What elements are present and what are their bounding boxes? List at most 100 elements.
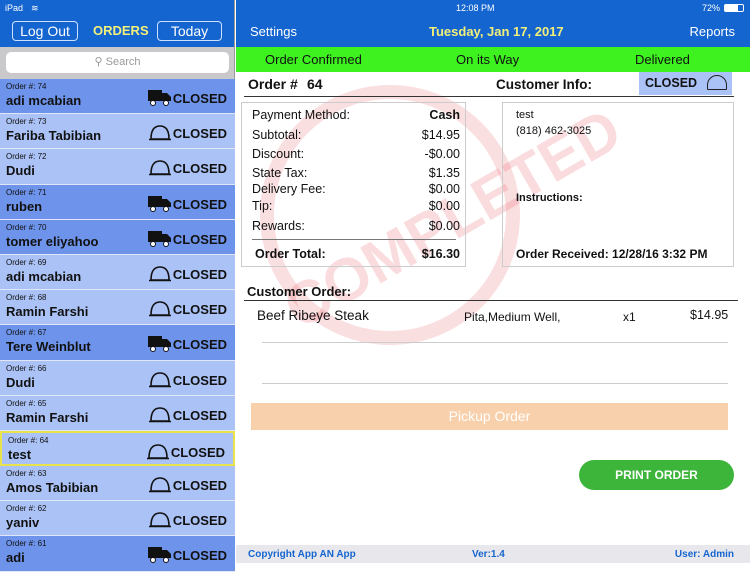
footer: Copyright App AN App Ver:1.4 User: Admin <box>236 545 750 563</box>
discount-label: Discount: <box>252 147 305 161</box>
settings-button[interactable]: Settings <box>250 24 297 39</box>
order-total-label: Order Total: <box>255 247 326 261</box>
order-status: CLOSED <box>172 372 227 388</box>
customer-phone: (818) 462-3025 <box>516 125 592 137</box>
order-row[interactable]: Order #: 62 yaniv CLOSED <box>0 501 235 537</box>
order-status: CLOSED <box>172 337 227 353</box>
order-status: CLOSED <box>172 407 227 423</box>
order-row[interactable]: Order #: 65 Ramin Farshi CLOSED <box>0 395 235 431</box>
reports-button[interactable]: Reports <box>689 24 735 39</box>
customer-info-label: Customer Info: <box>496 77 592 92</box>
tax: $1.35 <box>428 166 460 180</box>
item-price: $14.95 <box>690 308 729 322</box>
customer-name: adi <box>6 550 25 566</box>
order-row[interactable]: Order #: 68 Ramin Farshi CLOSED <box>0 290 235 326</box>
order-row[interactable]: Order #: 73 Fariba Tabibian CLOSED <box>0 114 235 150</box>
delivery-fee-label: Delivery Fee: <box>252 182 326 196</box>
item-options: Pita,Medium Well, <box>464 310 561 324</box>
order-number: Order #: 65 <box>6 398 47 408</box>
order-row[interactable]: Order #: 71 ruben CLOSED <box>0 184 235 220</box>
order-number: Order #: 69 <box>6 257 47 267</box>
order-status: CLOSED <box>172 231 227 247</box>
tax-label: State Tax: <box>252 166 308 180</box>
order-status: CLOSED <box>172 161 227 177</box>
order-total: $16.30 <box>421 247 460 261</box>
order-row[interactable]: Order #: 67 Tere Weinblut CLOSED <box>0 325 235 361</box>
pickup-bell-icon <box>149 160 171 176</box>
clock: 12:08 PM <box>456 3 495 13</box>
pickup-bell-icon <box>149 125 171 141</box>
pickup-bell-icon <box>149 512 171 528</box>
item-qty: x1 <box>623 310 636 324</box>
customer-name: Amos Tabibian <box>6 480 99 496</box>
top-bar: 12:08 PM 72% Settings Tuesday, Jan 17, 2… <box>236 0 750 47</box>
order-number: Order #: 67 <box>6 328 47 338</box>
orders-list: Order #: 74 adi mcabian CLOSED Order #: 73 F… <box>0 79 235 572</box>
step-delivered: Delivered <box>635 52 690 67</box>
customer-name: test <box>8 446 32 462</box>
rewards: $0.00 <box>428 219 460 233</box>
order-row[interactable]: Order #: 66 Dudi CLOSED <box>0 360 235 396</box>
order-row[interactable]: Order #: 72 Dudi CLOSED <box>0 149 235 185</box>
order-row[interactable]: Order #: 64 test CLOSED <box>0 430 235 467</box>
device-label: iPad <box>5 3 24 13</box>
pickup-bell-icon <box>149 371 171 387</box>
customer-name: Ramin Farshi <box>6 304 89 320</box>
search-input[interactable]: ⚲ Search <box>6 52 229 73</box>
order-status: CLOSED <box>172 126 227 142</box>
pickup-bell-icon <box>149 406 171 422</box>
order-number: Order #: 70 <box>6 222 47 232</box>
sidebar-header: iPad ≋ Log Out ORDERS Today <box>0 0 234 47</box>
customer-name: Ramin Farshi <box>6 409 89 425</box>
customer-name: test <box>516 109 534 121</box>
payment-method: Cash <box>429 108 460 122</box>
battery-label: 72% <box>701 3 720 13</box>
order-row[interactable]: Order #: 69 adi mcabian CLOSED <box>0 254 235 291</box>
search-icon: ⚲ <box>94 56 106 68</box>
pickup-bell-icon <box>149 301 171 317</box>
orders-sidebar: iPad ≋ Log Out ORDERS Today ⚲ Search Ord… <box>0 0 235 572</box>
order-status: CLOSED <box>172 196 227 212</box>
delivery-truck-icon <box>148 230 171 247</box>
customer-order-label: Customer Order: <box>247 284 352 299</box>
divider <box>244 96 734 97</box>
order-number: Order #: 61 <box>6 539 47 549</box>
rewards-label: Rewards: <box>252 219 305 233</box>
battery-icon <box>724 4 744 12</box>
date-title: Tuesday, Jan 17, 2017 <box>429 24 564 39</box>
order-row[interactable]: Order #: 63 Amos Tabibian CLOSED <box>0 466 235 502</box>
today-button[interactable]: Today <box>157 21 222 41</box>
delivery-fee: $0.00 <box>428 182 460 196</box>
order-progress-bar: Order Confirmed On its Way Delivered <box>236 47 750 72</box>
pickup-bell-icon <box>707 75 727 90</box>
payment-method-label: Payment Method: <box>252 108 350 122</box>
order-received: Order Received: 12/28/16 3:32 PM <box>516 247 708 261</box>
customer-name: adi mcabian <box>6 268 82 284</box>
customer-name: Fariba Tabibian <box>6 128 102 144</box>
customer-name: ruben <box>6 198 43 214</box>
delivery-truck-icon <box>148 90 171 106</box>
order-row[interactable]: Order #: 74 adi mcabian CLOSED <box>0 79 235 115</box>
order-number: Order #: 68 <box>6 293 47 303</box>
print-order-button[interactable]: PRINT ORDER <box>579 460 734 490</box>
order-status: CLOSED <box>170 444 225 460</box>
pickup-bell-icon <box>149 477 171 493</box>
pickup-bell-icon <box>147 444 169 460</box>
order-row[interactable]: Order #: 61 adi CLOSED <box>0 536 235 572</box>
version: Ver:1.4 <box>472 549 505 560</box>
instructions-label: Instructions: <box>516 192 583 204</box>
order-number: Order #: 71 <box>6 187 47 197</box>
order-row[interactable]: Order #: 70 tomer eliyahoo CLOSED <box>0 219 235 255</box>
delivery-truck-icon <box>148 336 171 353</box>
tip-label: Tip: <box>252 199 273 213</box>
order-status: CLOSED <box>172 302 227 318</box>
orders-title: ORDERS <box>93 23 149 38</box>
order-number: Order #: 63 <box>6 469 47 479</box>
order-status: CLOSED <box>172 478 227 494</box>
order-number-label: Order # <box>248 76 298 92</box>
logout-button[interactable]: Log Out <box>12 21 78 41</box>
step-on-its-way: On its Way <box>456 52 520 67</box>
order-status: CLOSED <box>172 548 227 564</box>
pickup-order-button[interactable]: Pickup Order <box>251 403 728 430</box>
customer-name: Tere Weinblut <box>6 339 91 355</box>
